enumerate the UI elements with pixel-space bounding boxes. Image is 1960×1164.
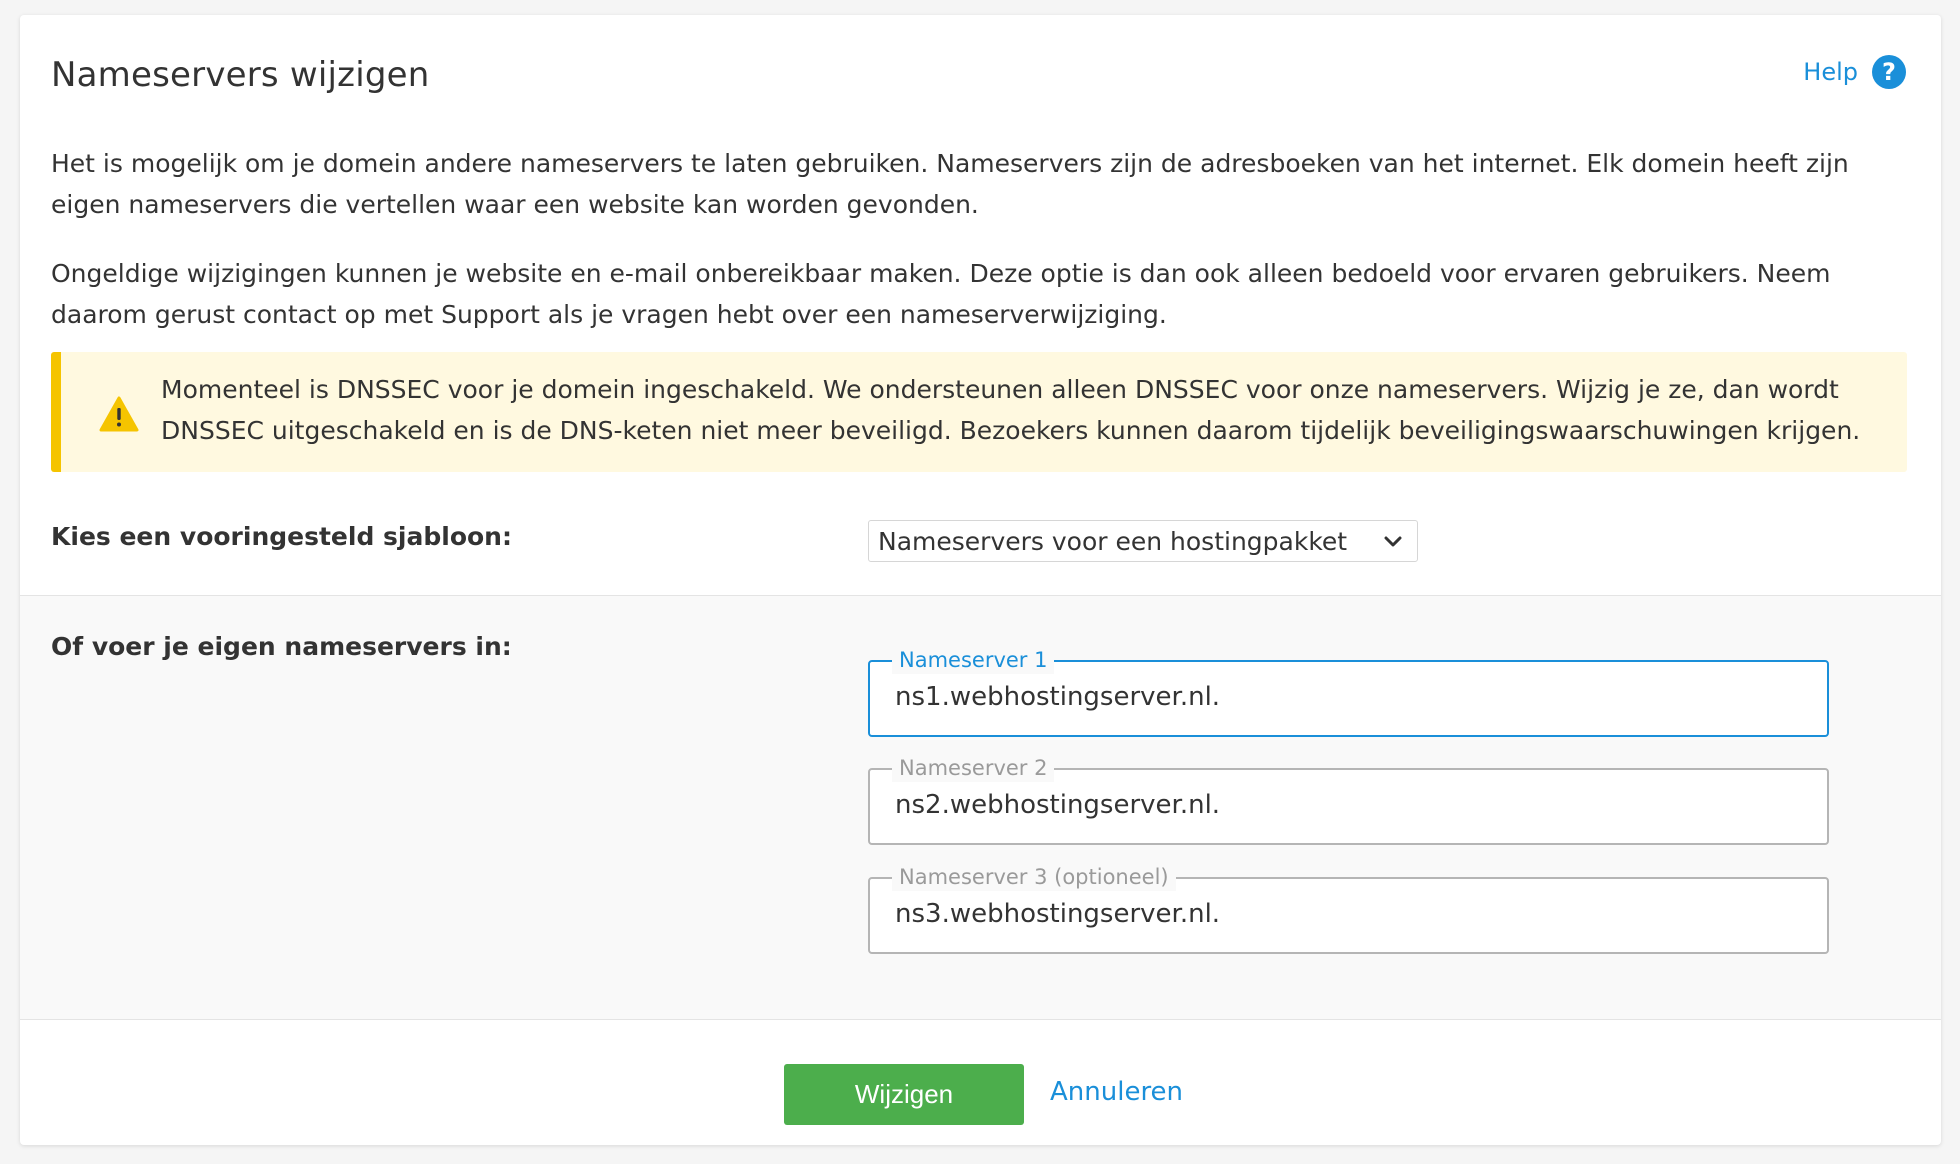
page-title: Nameservers wijzigen (51, 55, 430, 95)
intro-paragraph-2: Ongeldige wijzigingen kunnen je website … (51, 259, 1831, 329)
nameserver-card: Nameservers wijzigen Help ? Het is mogel… (20, 15, 1941, 1145)
question-circle-icon[interactable]: ? (1872, 55, 1906, 89)
cancel-link[interactable]: Annuleren (1050, 1077, 1183, 1107)
warning-icon (99, 396, 139, 432)
nameserver-2-legend: Nameserver 2 (892, 754, 1055, 782)
nameserver-1-legend: Nameserver 1 (892, 646, 1055, 674)
nameserver-3-legend: Nameserver 3 (optioneel) (892, 863, 1176, 891)
custom-nameservers-label: Of voer je eigen nameservers in: (51, 632, 512, 661)
nameserver-3-value[interactable]: ns3.webhostingserver.nl. (895, 899, 1220, 929)
template-select[interactable]: Nameservers voor een hostingpakket (868, 520, 1418, 562)
dnssec-warning-alert: Momenteel is DNSSEC voor je domein inges… (51, 352, 1907, 472)
alert-text: Momenteel is DNSSEC voor je domein inges… (161, 375, 1861, 445)
nameserver-2-field[interactable]: Nameserver 2 ns2.webhostingserver.nl. (868, 754, 1829, 845)
intro-paragraph-1: Het is mogelijk om je domein andere name… (51, 149, 1849, 219)
help-link[interactable]: Help ? (1803, 55, 1906, 89)
nameserver-3-field[interactable]: Nameserver 3 (optioneel) ns3.webhostings… (868, 863, 1829, 954)
nameserver-2-value[interactable]: ns2.webhostingserver.nl. (895, 790, 1220, 820)
chevron-down-icon (1384, 536, 1402, 547)
nameserver-1-value[interactable]: ns1.webhostingserver.nl. (895, 682, 1220, 712)
template-label: Kies een vooringesteld sjabloon: (51, 522, 512, 551)
nameserver-1-field[interactable]: Nameserver 1 ns1.webhostingserver.nl. (868, 646, 1829, 737)
template-select-value: Nameservers voor een hostingpakket (878, 526, 1348, 556)
help-label: Help (1803, 58, 1858, 86)
submit-button[interactable]: Wijzigen (784, 1064, 1024, 1125)
